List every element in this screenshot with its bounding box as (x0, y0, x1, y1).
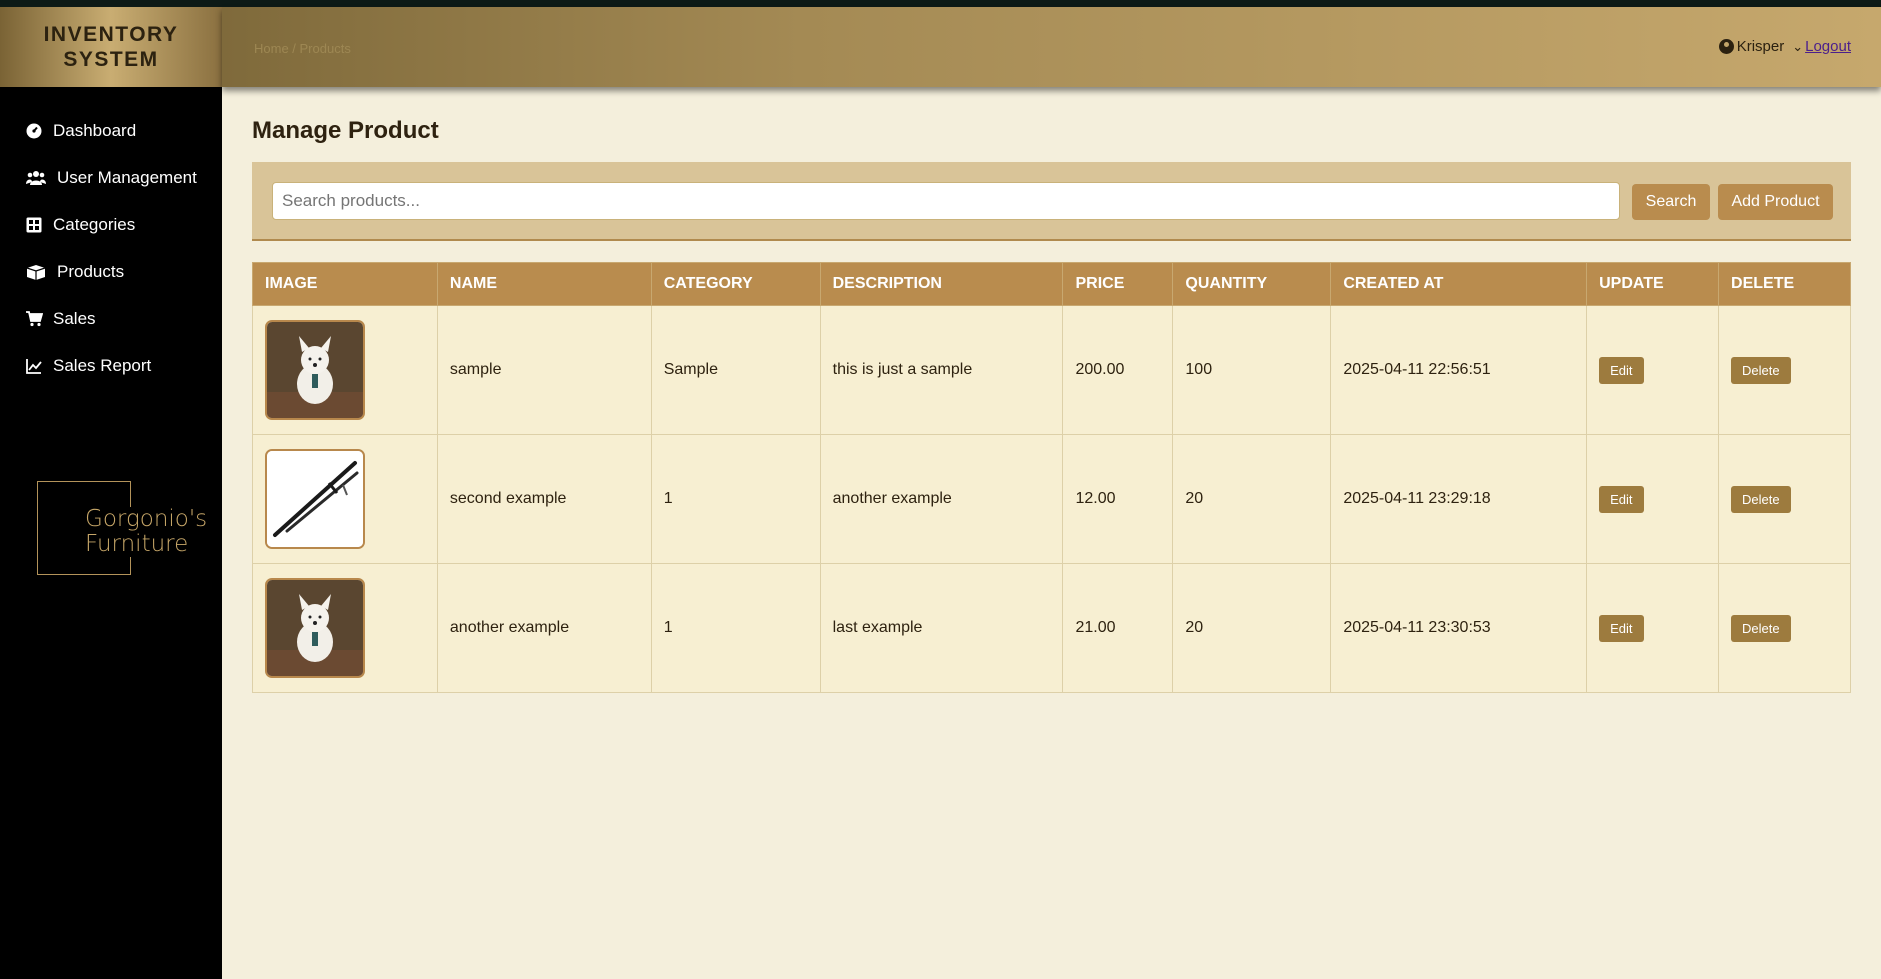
dashboard-icon (25, 122, 43, 140)
product-price: 200.00 (1062, 305, 1174, 435)
chart-line-icon (25, 357, 43, 375)
column-header: DESCRIPTION (819, 262, 1064, 306)
sidebar-item-label: Products (57, 261, 125, 281)
delete-cell: Delete (1718, 563, 1851, 693)
user-circle-icon (1718, 39, 1734, 54)
image-cell (252, 305, 438, 435)
sidebar-item-label: Categories (53, 214, 136, 234)
sidebar: INVENTORY SYSTEM Dashboard User Managemen… (0, 7, 222, 979)
cart-icon (25, 310, 43, 328)
update-cell: Edit (1586, 563, 1720, 693)
box-icon (25, 263, 47, 281)
column-header: CATEGORY (650, 262, 821, 306)
edit-button[interactable]: Edit (1599, 485, 1644, 513)
logo-line1: Gorgonio's (85, 506, 208, 532)
table-header-row: IMAGE NAME CATEGORY DESCRIPTION PRICE QU… (252, 262, 1851, 306)
product-image (265, 320, 365, 420)
top-header: Home / Products Krisper ⌄ Logout (222, 7, 1881, 87)
column-header: CREATED AT (1330, 262, 1588, 306)
product-description: another example (819, 434, 1064, 564)
image-cell (252, 434, 438, 564)
product-category: 1 (650, 563, 821, 693)
sidebar-item-sales[interactable]: Sales (0, 295, 222, 342)
column-header: NAME (436, 262, 652, 306)
column-header: PRICE (1062, 262, 1174, 306)
app-title-line2: SYSTEM (63, 48, 159, 71)
update-cell: Edit (1586, 434, 1720, 564)
product-image (265, 578, 365, 678)
table-row: second example 1 another example 12.00 2… (252, 434, 1851, 564)
product-name: second example (436, 434, 652, 564)
table-row: sample Sample this is just a sample 200.… (252, 305, 1851, 435)
product-price: 21.00 (1062, 563, 1174, 693)
search-input[interactable] (272, 182, 1620, 220)
delete-button[interactable]: Delete (1731, 485, 1791, 513)
delete-button[interactable]: Delete (1731, 614, 1791, 642)
users-icon (25, 169, 47, 187)
app-title: INVENTORY SYSTEM (0, 7, 222, 87)
search-button[interactable]: Search (1632, 184, 1710, 220)
search-panel: Search Add Product (252, 162, 1851, 241)
product-created-at: 2025-04-11 22:56:51 (1330, 305, 1588, 435)
column-header: DELETE (1718, 262, 1851, 306)
delete-button[interactable]: Delete (1731, 356, 1791, 384)
logout-link[interactable]: Logout (1805, 38, 1851, 55)
page-title: Manage Product (252, 117, 439, 144)
app-title-line1: INVENTORY (43, 23, 179, 46)
dog-photo-icon (267, 322, 363, 418)
product-created-at: 2025-04-11 23:30:53 (1330, 563, 1588, 693)
username[interactable]: Krisper (1737, 38, 1785, 55)
image-cell (252, 563, 438, 693)
chevron-down-icon[interactable]: ⌄ (1792, 39, 1803, 55)
product-category: Sample (650, 305, 821, 435)
dog-photo-icon (267, 580, 363, 676)
product-created-at: 2025-04-11 23:29:18 (1330, 434, 1588, 564)
product-quantity: 20 (1172, 434, 1332, 564)
sidebar-item-user-management[interactable]: User Management (0, 154, 222, 201)
sidebar-item-label: Dashboard (53, 120, 137, 140)
product-category: 1 (650, 434, 821, 564)
table-row: another example 1 last example 21.00 20 … (252, 563, 1851, 693)
products-table: IMAGE NAME CATEGORY DESCRIPTION PRICE QU… (252, 262, 1851, 693)
product-quantity: 100 (1172, 305, 1332, 435)
user-menu: Krisper ⌄ Logout (1718, 38, 1851, 55)
logo-text: Gorgonio's Furniture (83, 506, 210, 557)
column-header: IMAGE (252, 262, 438, 306)
sidebar-item-label: Sales Report (53, 355, 152, 375)
sidebar-item-products[interactable]: Products (0, 248, 222, 295)
logo-line2: Furniture (85, 531, 189, 557)
update-cell: Edit (1586, 305, 1720, 435)
edit-button[interactable]: Edit (1599, 614, 1644, 642)
product-price: 12.00 (1062, 434, 1174, 564)
column-header: UPDATE (1586, 262, 1720, 306)
sidebar-item-label: User Management (57, 167, 197, 187)
delete-cell: Delete (1718, 305, 1851, 435)
sword-photo-icon (267, 451, 363, 547)
sidebar-item-sales-report[interactable]: Sales Report (0, 342, 222, 389)
column-header: QUANTITY (1172, 262, 1332, 306)
add-product-button[interactable]: Add Product (1718, 184, 1833, 220)
delete-cell: Delete (1718, 434, 1851, 564)
window-top-strip (0, 0, 1881, 7)
product-description: last example (819, 563, 1064, 693)
product-name: sample (436, 305, 652, 435)
sidebar-nav: Dashboard User Management Categories Pro… (0, 107, 222, 389)
product-quantity: 20 (1172, 563, 1332, 693)
product-description: this is just a sample (819, 305, 1064, 435)
sidebar-item-categories[interactable]: Categories (0, 201, 222, 248)
company-logo: Gorgonio's Furniture (37, 481, 210, 581)
product-name: another example (436, 563, 652, 693)
sidebar-item-dashboard[interactable]: Dashboard (0, 107, 222, 154)
product-image (265, 449, 365, 549)
grid-icon (25, 216, 43, 234)
breadcrumb[interactable]: Home / Products (254, 41, 351, 56)
edit-button[interactable]: Edit (1599, 356, 1644, 384)
sidebar-item-label: Sales (53, 308, 96, 328)
